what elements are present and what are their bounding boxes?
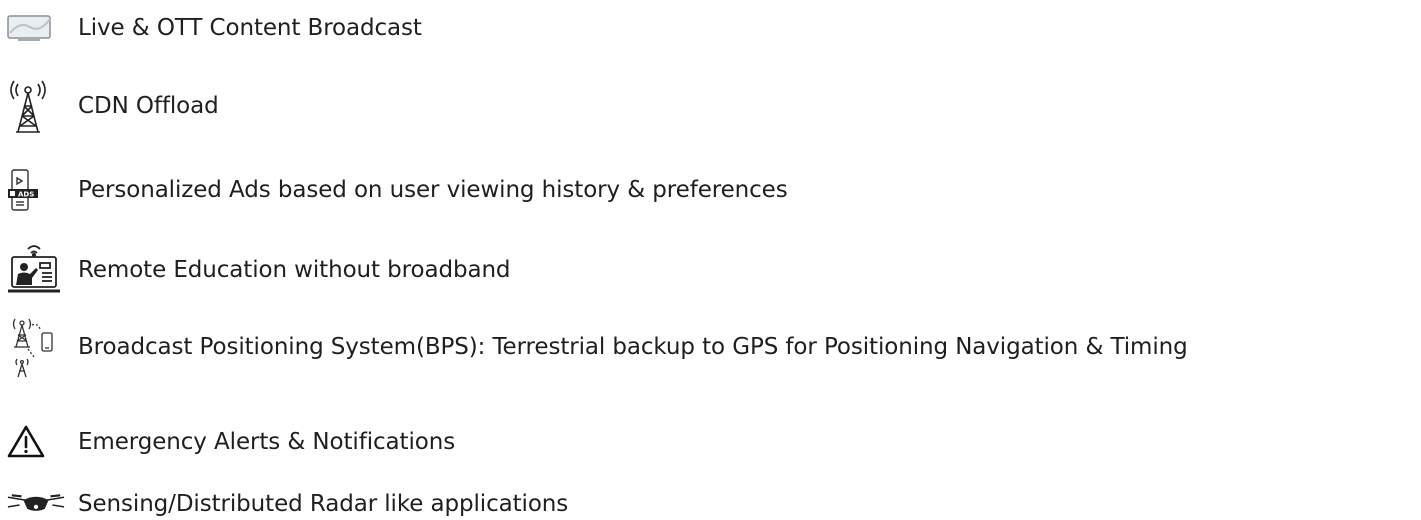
item-label: Broadcast Positioning System(BPS): Terre… (78, 334, 1188, 360)
item-label: Personalized Ads based on user viewing h… (78, 177, 788, 203)
item-label: Sensing/Distributed Radar like applicati… (78, 491, 569, 517)
warning-triangle-icon (6, 414, 66, 470)
svg-text:ADS: ADS (18, 191, 34, 199)
use-case-list: Live & OTT Content Broadcast CDN Offload (0, 0, 1421, 520)
drone-icon (6, 476, 66, 520)
tower-to-phone-icon (6, 318, 66, 378)
broadcast-tower-icon (6, 78, 66, 134)
item-label: Live & OTT Content Broadcast (78, 15, 422, 41)
tv-screen-icon (6, 0, 66, 56)
mobile-ads-icon: ADS (6, 162, 66, 218)
item-label: CDN Offload (78, 93, 219, 119)
item-label: Emergency Alerts & Notifications (78, 429, 456, 455)
item-label: Remote Education without broadband (78, 257, 511, 283)
remote-teacher-icon (6, 242, 66, 298)
